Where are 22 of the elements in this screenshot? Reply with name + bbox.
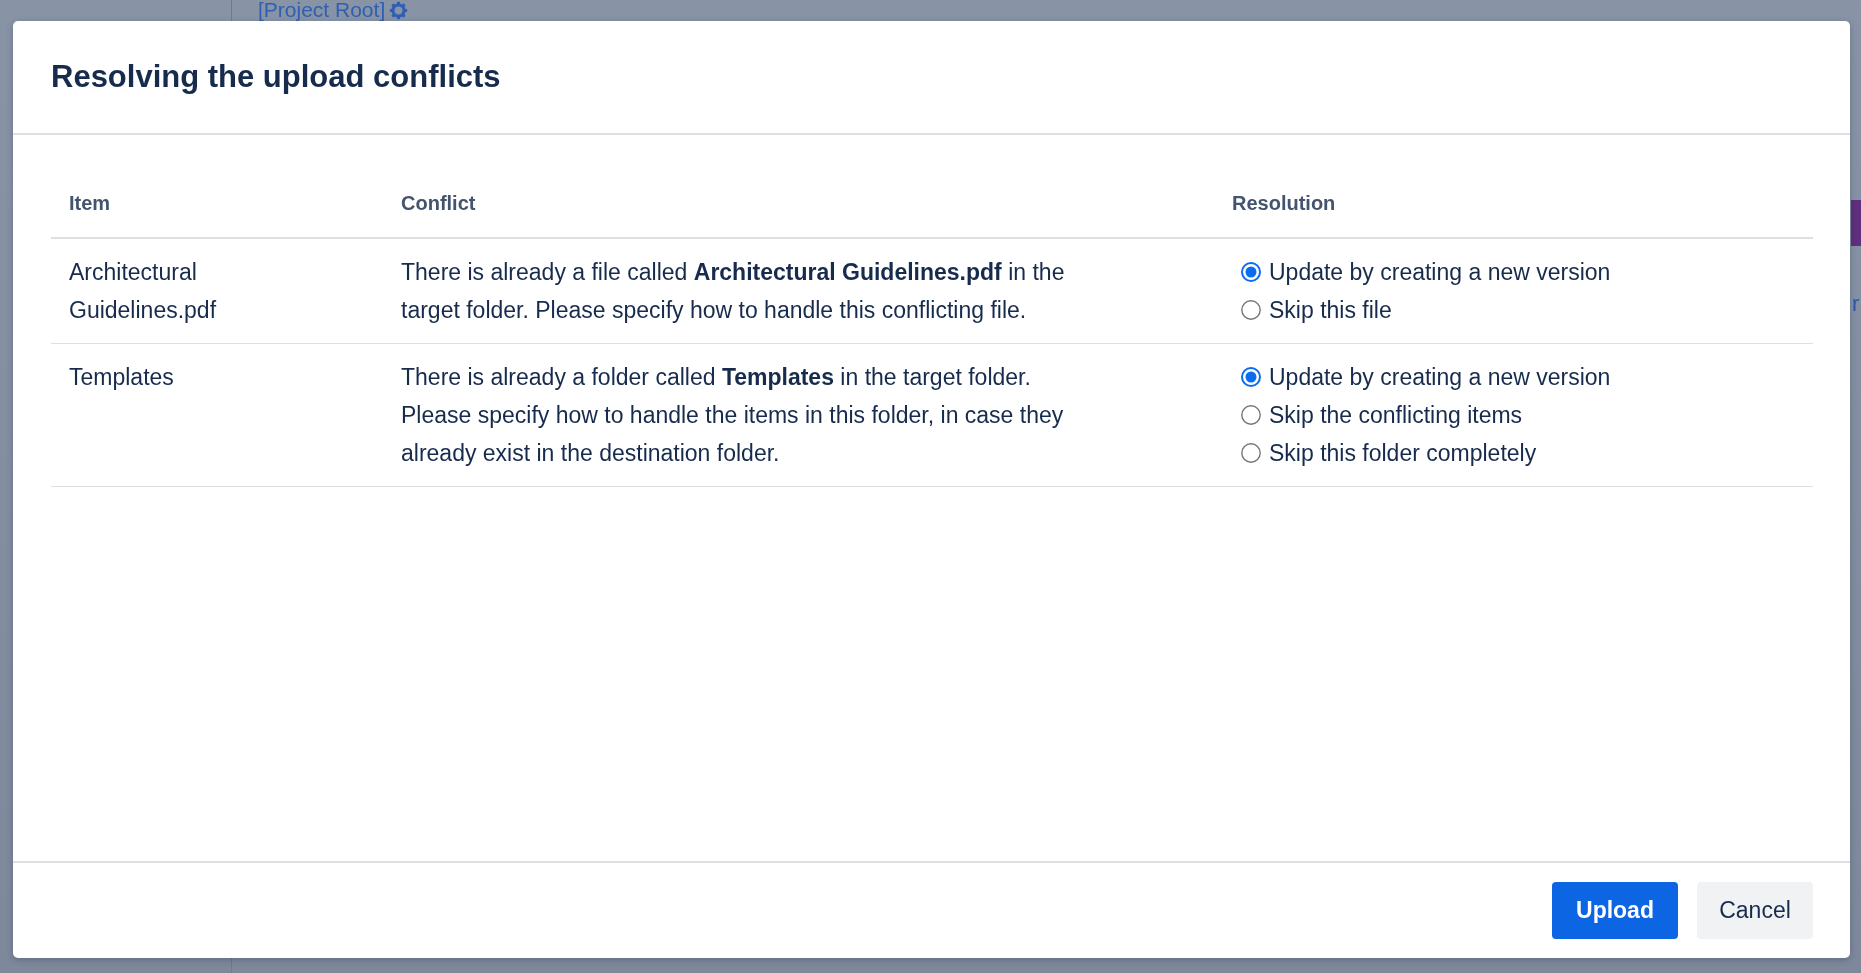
item-name: Templates — [69, 364, 174, 390]
column-header: Conflict — [401, 192, 476, 214]
cancel-button[interactable]: Cancel — [1697, 882, 1813, 939]
option-label[interactable]: Skip this folder completely — [1269, 434, 1537, 472]
option-label[interactable]: Update by creating a new version — [1269, 253, 1611, 291]
radio-button[interactable] — [1241, 262, 1261, 282]
column-header: Item — [69, 192, 111, 214]
side-text-fragment: r — [1852, 292, 1860, 316]
radio-button[interactable] — [1241, 405, 1261, 425]
conflict-description: There is already a file called Architectural Guidelines.pdf in the target folder. Please specify how to handle this conflicting file. — [401, 259, 1065, 323]
option-label[interactable]: Skip the conflicting items — [1269, 396, 1523, 434]
option-label[interactable]: Update by creating a new version — [1269, 358, 1611, 396]
conflict-description: There is already a folder called Templates in the target folder. Please specify how to handle the items in this folder, in case they already exist in the destination folder. — [401, 364, 1064, 466]
radio-button[interactable] — [1241, 300, 1261, 320]
side-panel-strip — [1851, 200, 1861, 246]
radio-button[interactable] — [1241, 367, 1261, 387]
item-name: Architectural Guidelines.pdf — [69, 259, 217, 323]
radio-button[interactable] — [1241, 443, 1261, 463]
upload-button[interactable]: Upload — [1552, 882, 1678, 939]
option-label[interactable]: Skip this file — [1269, 291, 1392, 329]
column-header: Resolution — [1232, 192, 1336, 214]
dialog-title: Resolving the upload conflicts — [51, 58, 501, 96]
